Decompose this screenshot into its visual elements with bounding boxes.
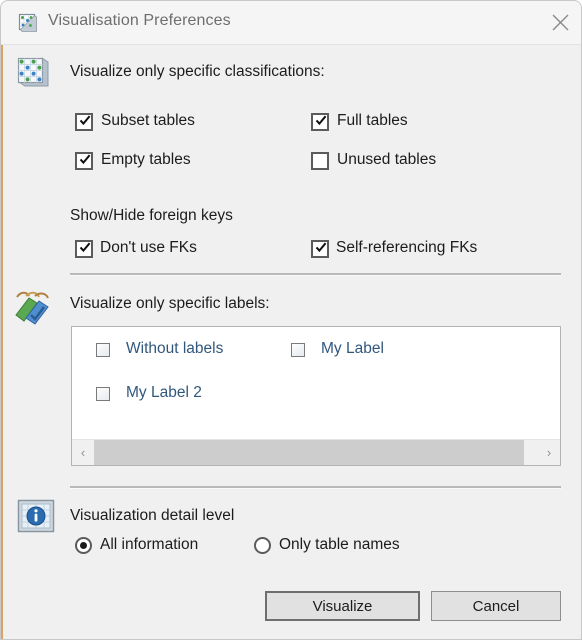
scroll-left-icon[interactable]: ‹	[72, 440, 94, 465]
labels-ribbon-icon	[13, 289, 49, 325]
left-accent-strip	[1, 45, 3, 639]
check-icon	[79, 242, 91, 253]
separator-bottom	[70, 486, 561, 489]
cancel-button[interactable]: Cancel	[431, 591, 561, 621]
scrollbar-thumb[interactable]	[94, 440, 524, 465]
label-subset-tables[interactable]: Subset tables	[101, 112, 195, 130]
label-self-referencing-fks[interactable]: Self-referencing FKs	[336, 239, 477, 257]
checkbox-dont-use-fks[interactable]	[75, 240, 93, 258]
check-icon	[315, 115, 327, 126]
check-icon	[79, 154, 91, 165]
visualize-button[interactable]: Visualize	[265, 591, 420, 621]
label-dont-use-fks[interactable]: Don't use FKs	[100, 239, 197, 257]
checkbox-subset-tables[interactable]	[75, 113, 93, 131]
label-unused-tables[interactable]: Unused tables	[337, 151, 436, 169]
check-icon	[315, 242, 327, 253]
tables-grid-icon	[15, 55, 51, 91]
classifications-heading: Visualize only specific classifications:	[70, 63, 325, 80]
labels-heading: Visualize only specific labels:	[70, 295, 270, 312]
label-my-label-2[interactable]: My Label 2	[126, 384, 202, 402]
checkbox-empty-tables[interactable]	[75, 152, 93, 170]
label-without-labels[interactable]: Without labels	[126, 340, 223, 358]
separator-top	[70, 273, 561, 276]
scroll-right-icon[interactable]: ›	[538, 440, 560, 465]
radio-only-table-names[interactable]	[254, 537, 271, 554]
checkbox-unused-tables[interactable]	[311, 152, 329, 170]
checkbox-my-label-2[interactable]	[96, 387, 110, 401]
radio-all-information[interactable]	[75, 537, 92, 554]
detail-level-heading: Visualization detail level	[70, 507, 235, 524]
foreign-keys-heading: Show/Hide foreign keys	[70, 207, 233, 224]
close-icon[interactable]	[537, 1, 581, 44]
label-full-tables[interactable]: Full tables	[337, 112, 408, 130]
label-my-label[interactable]: My Label	[321, 340, 384, 358]
info-icon	[17, 499, 55, 533]
checkbox-self-referencing-fks[interactable]	[311, 240, 329, 258]
checkbox-full-tables[interactable]	[311, 113, 329, 131]
title-bar: Visualisation Preferences	[1, 1, 581, 45]
label-empty-tables[interactable]: Empty tables	[101, 151, 191, 169]
label-all-information[interactable]: All information	[100, 536, 198, 554]
horizontal-scrollbar[interactable]: ‹ ›	[72, 439, 560, 465]
labels-list-box[interactable]: Without labels My Label My Label 2 ‹ ›	[71, 326, 561, 466]
check-icon	[79, 115, 91, 126]
visualisation-icon	[18, 13, 38, 33]
checkbox-without-labels[interactable]	[96, 343, 110, 357]
checkbox-my-label[interactable]	[291, 343, 305, 357]
visualisation-preferences-dialog: Visualisation Preferences Visualize only…	[0, 0, 582, 640]
window-title: Visualisation Preferences	[48, 12, 231, 29]
label-only-table-names[interactable]: Only table names	[279, 536, 400, 554]
